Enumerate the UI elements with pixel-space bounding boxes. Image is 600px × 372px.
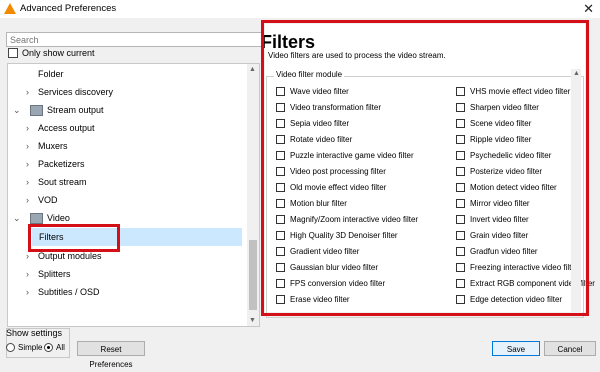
chevron-right-icon[interactable]: › [26, 173, 29, 191]
tree-item-packetizers[interactable]: › Packetizers [26, 155, 85, 173]
tree-item-folder[interactable]: Folder [38, 65, 64, 83]
tree-item-label: Stream output [47, 105, 104, 115]
tree-item-label: Splitters [38, 269, 71, 279]
tree-item-label: Services discovery [38, 87, 114, 97]
cancel-button[interactable]: Cancel [544, 341, 596, 356]
tree-item-muxers[interactable]: › Muxers [26, 137, 68, 155]
tree-item-label: VOD [38, 195, 58, 205]
tree-scrollbar[interactable]: ▲ ▼ [247, 64, 259, 326]
only-show-current-label: Only show current [22, 48, 95, 58]
vlc-cone-icon [4, 3, 16, 14]
tree-item-subtitles-osd[interactable]: › Subtitles / OSD [26, 283, 100, 301]
tree-item-label: Packetizers [38, 159, 85, 169]
title-bar: Advanced Preferences ✕ [0, 0, 600, 18]
highlight-box-filters [28, 224, 120, 252]
chevron-down-icon[interactable]: ⌄ [13, 101, 21, 119]
radio-all[interactable]: All [44, 343, 65, 352]
chevron-right-icon[interactable]: › [26, 265, 29, 283]
tree-item-label: Subtitles / OSD [38, 287, 100, 297]
show-settings-legend: Show settings [6, 328, 63, 338]
tree-item-label: Access output [38, 123, 95, 133]
tree-item-label: Folder [38, 69, 64, 79]
tree-item-stream-output[interactable]: ⌄ Stream output [13, 101, 104, 119]
preferences-tree[interactable]: Folder › Services discovery ⌄ Stream out… [7, 63, 260, 327]
tree-item-label: Sout stream [38, 177, 87, 187]
video-icon [30, 213, 43, 225]
radio-label: Simple [18, 343, 43, 352]
tree-item-services-discovery[interactable]: › Services discovery [26, 83, 113, 101]
save-button[interactable]: Save [492, 341, 540, 356]
scroll-down-icon[interactable]: ▼ [249, 317, 256, 324]
highlight-box-panel [261, 20, 589, 316]
radio-label: All [56, 343, 65, 352]
tree-item-splitters[interactable]: › Splitters [26, 265, 71, 283]
stream-output-icon [30, 105, 43, 117]
reset-preferences-button[interactable]: Reset Preferences [77, 341, 145, 369]
chevron-right-icon[interactable]: › [26, 137, 29, 155]
close-icon[interactable]: ✕ [583, 1, 594, 17]
tree-item-access-output[interactable]: › Access output [26, 119, 95, 137]
scrollbar-thumb[interactable] [249, 240, 257, 310]
tree-item-vod[interactable]: › VOD [26, 191, 58, 209]
chevron-right-icon[interactable]: › [26, 283, 29, 301]
only-show-current-checkbox[interactable]: Only show current [8, 48, 95, 58]
tree-item-label: Output modules [38, 251, 102, 261]
tree-item-label: Video [47, 213, 70, 223]
checkbox-box[interactable] [8, 48, 18, 58]
chevron-right-icon[interactable]: › [26, 191, 29, 209]
chevron-down-icon[interactable]: ⌄ [13, 209, 21, 227]
scroll-up-icon[interactable]: ▲ [249, 66, 256, 73]
tree-item-label: Muxers [38, 141, 68, 151]
chevron-right-icon[interactable]: › [26, 83, 29, 101]
chevron-right-icon[interactable]: › [26, 155, 29, 173]
window-title: Advanced Preferences [20, 3, 117, 14]
radio-button[interactable] [44, 343, 53, 352]
radio-button[interactable] [6, 343, 15, 352]
chevron-right-icon[interactable]: › [26, 119, 29, 137]
search-input[interactable] [6, 32, 263, 47]
tree-item-sout-stream[interactable]: › Sout stream [26, 173, 87, 191]
radio-simple[interactable]: Simple [6, 343, 42, 352]
